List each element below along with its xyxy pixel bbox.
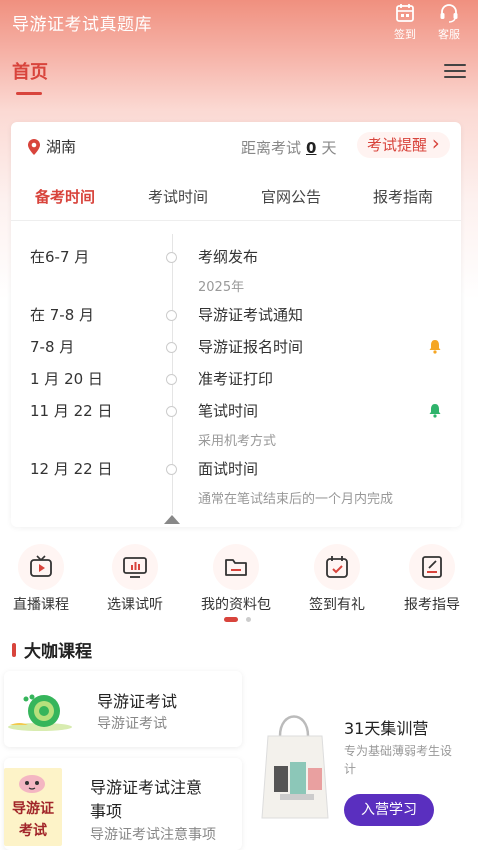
promo-description: 专为基础薄弱考生设计	[344, 744, 453, 776]
timeline-date: 1 月 20 日	[30, 370, 103, 388]
timeline-item: 11 月 22 日 笔试时间	[11, 400, 461, 424]
tab-official-notice[interactable]: 官网公告	[261, 186, 321, 207]
exam-reminder-button[interactable]: 考试提醒 ›	[357, 132, 450, 158]
monitor-chart-icon	[112, 544, 158, 590]
course-title-line: 事项	[90, 802, 123, 821]
timeline-item: 在 7-8 月 导游证考试通知	[11, 304, 461, 328]
timeline-title: 面试时间	[198, 460, 259, 478]
quick-link-label: 签到有礼	[309, 597, 365, 613]
bell-icon[interactable]	[428, 403, 442, 418]
course-subtitle: 导游证考试	[97, 716, 167, 732]
countdown-prefix: 距离考试	[241, 139, 302, 157]
timeline-date: 在 7-8 月	[30, 306, 95, 324]
countdown-suffix: 天	[321, 139, 337, 157]
promo-title: 31天集训营	[344, 719, 429, 738]
quick-link-label: 直播课程	[13, 597, 69, 613]
timeline-subtitle: 2025年	[198, 280, 245, 295]
course-subtitle: 导游证考试注意事项	[90, 827, 216, 843]
timeline-title: 导游证报名时间	[198, 338, 304, 356]
menu-icon[interactable]	[444, 64, 466, 80]
folder-icon	[213, 544, 259, 590]
timeline-title: 导游证考试通知	[198, 306, 304, 324]
timeline-item: 在6-7 月 考纲发布	[11, 246, 461, 270]
document-pen-icon	[409, 544, 455, 590]
bell-icon[interactable]	[428, 339, 442, 354]
location-pin-icon	[28, 138, 40, 155]
timeline-dot	[166, 310, 177, 321]
join-camp-button[interactable]: 入营学习	[344, 794, 434, 826]
exam-tabs: 备考时间 考试时间 官网公告 报考指南	[11, 172, 461, 221]
tab-prep-time[interactable]: 备考时间	[35, 186, 95, 207]
nav-row: 首页	[0, 58, 478, 98]
timeline-date: 7-8 月	[30, 338, 75, 356]
location-label: 湖南	[46, 138, 77, 156]
calendar-icon	[396, 4, 414, 22]
timeline-title: 笔试时间	[198, 402, 259, 420]
section-accent-bar	[12, 642, 16, 657]
tab-home[interactable]: 首页	[12, 58, 48, 84]
exam-info-card: 湖南 距离考试 0 天 考试提醒 › 备考时间 考试时间 官网公告 报考指南 在6-…	[11, 122, 461, 527]
timeline-dot	[166, 252, 177, 263]
timeline-title: 准考证打印	[198, 370, 274, 388]
tab-exam-time[interactable]: 考试时间	[148, 186, 208, 207]
course-title: 导游证考试	[97, 692, 178, 711]
checkin-button[interactable]: 签到	[385, 0, 425, 42]
chevron-right-icon: ›	[431, 131, 440, 155]
tab-home-underline	[16, 92, 42, 95]
checkin-label: 签到	[394, 28, 416, 41]
timeline-dot	[166, 342, 177, 353]
course-title-line: 导游证考试注意	[90, 778, 203, 797]
tab-registration-guide[interactable]: 报考指南	[373, 186, 433, 207]
quick-link-label: 我的资料包	[201, 597, 271, 613]
exam-countdown: 距离考试 0 天	[241, 137, 336, 158]
quick-links: 直播课程 选课试听 我的资料包 签到有礼 报考指导	[0, 544, 478, 614]
timeline-date: 11 月 22 日	[30, 402, 113, 420]
location-selector[interactable]: 湖南	[26, 136, 76, 157]
carousel-indicator	[224, 617, 252, 636]
quick-link-my-materials[interactable]: 我的资料包	[196, 544, 276, 614]
countdown-days: 0	[306, 139, 317, 157]
headset-icon	[440, 4, 458, 23]
customer-service-label: 客服	[438, 28, 460, 41]
section-header: 大咖课程	[12, 637, 92, 662]
quick-link-live-course[interactable]: 直播课程	[1, 544, 81, 614]
quick-link-registration-guide[interactable]: 报考指导	[392, 544, 472, 614]
calendar-check-icon	[314, 544, 360, 590]
timeline-item: 1 月 20 日 准考证打印	[11, 368, 461, 392]
cartoon-face-icon	[19, 775, 45, 793]
timeline-subtitle: 采用机考方式	[198, 434, 277, 449]
quick-link-label: 选课试听	[107, 597, 163, 613]
collapse-triangle-icon[interactable]	[164, 515, 180, 524]
course-card[interactable]: 导游证 考试 导游证考试注意 事项 导游证考试注意事项	[4, 758, 242, 850]
customer-service-button[interactable]: 客服	[429, 0, 469, 42]
timeline-date: 在6-7 月	[30, 248, 90, 266]
timeline-item: 7-8 月 导游证报名时间	[11, 336, 461, 360]
top-bar: 导游证考试真题库 签到 客服	[0, 0, 478, 48]
timeline-dot	[166, 464, 177, 475]
quick-link-trial-class[interactable]: 选课试听	[95, 544, 175, 614]
timeline-subtitle: 通常在笔试结束后的一个月内完成	[198, 492, 394, 507]
snail-thumbnail-icon	[8, 694, 72, 731]
exam-reminder-label: 考试提醒	[367, 136, 428, 154]
course-title: 导游证考试注意 事项	[90, 776, 230, 824]
timeline-dot	[166, 374, 177, 385]
timeline-date: 12 月 22 日	[30, 460, 113, 478]
timeline-item: 12 月 22 日 面试时间	[11, 458, 461, 482]
tote-bag-icon	[261, 715, 329, 819]
thumbnail-text: 考试	[19, 823, 47, 839]
thumbnail-text: 导游证	[12, 801, 54, 817]
course-card[interactable]: 导游证考试 导游证考试	[4, 671, 242, 747]
promo-banner[interactable]: 31天集训营 专为基础薄弱考生设计 入营学习	[252, 690, 478, 850]
tv-play-icon	[18, 544, 64, 590]
timeline-dot	[166, 406, 177, 417]
section-title: 大咖课程	[24, 642, 92, 662]
quick-link-checkin-gift[interactable]: 签到有礼	[297, 544, 377, 614]
app-title: 导游证考试真题库	[12, 15, 152, 35]
course-thumbnail: 导游证 考试	[4, 768, 62, 846]
quick-link-label: 报考指导	[404, 597, 460, 613]
timeline-title: 考纲发布	[198, 248, 259, 266]
